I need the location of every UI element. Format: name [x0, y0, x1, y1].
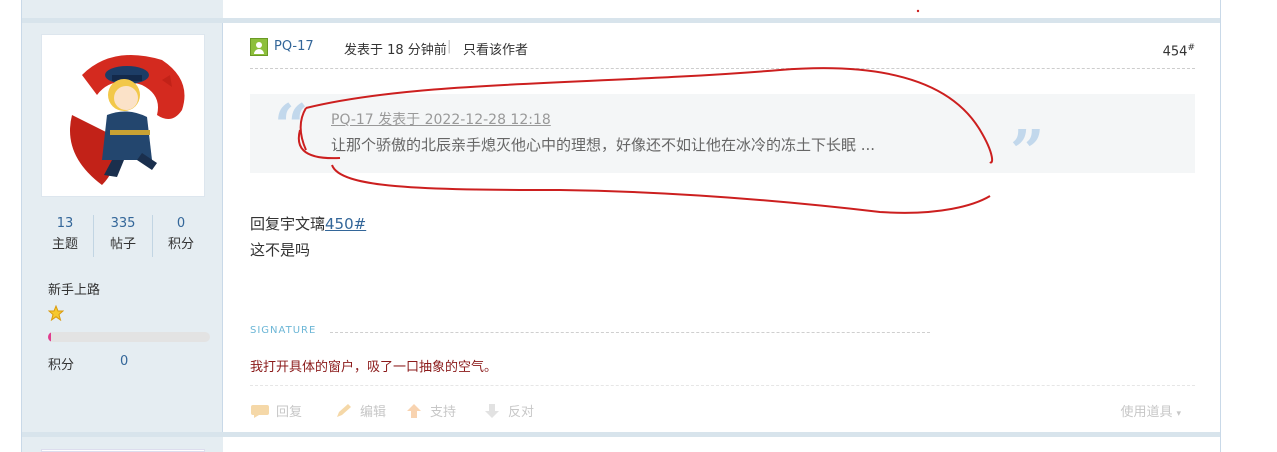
- author-stats: 13 主题 335 帖子 0 积分: [22, 213, 223, 259]
- floor-number[interactable]: 454#: [1163, 43, 1195, 59]
- post-time: 发表于 18 分钟前: [344, 43, 447, 58]
- reply-icon: [250, 403, 270, 419]
- thumbs-up-icon: [404, 403, 424, 419]
- signature-divider: [330, 332, 930, 333]
- edit-button[interactable]: 编辑: [334, 401, 386, 420]
- next-post-header: [22, 437, 1220, 452]
- oppose-button[interactable]: 反对: [482, 401, 534, 420]
- stat-threads-label: 主题: [51, 237, 78, 252]
- star-icon: [47, 304, 65, 325]
- reply-label: 回复: [276, 405, 303, 420]
- post-frame: 13 主题 335 帖子 0 积分 新手上路 积分 0 PQ-17 发表于 18: [21, 0, 1221, 452]
- reply-reference: 回复宇文璃450#: [250, 213, 366, 234]
- reply-floor-link[interactable]: 450#: [325, 215, 366, 233]
- reply-button[interactable]: 回复: [250, 401, 302, 420]
- post-content: 这不是吗: [250, 241, 311, 259]
- support-label: 支持: [430, 405, 457, 420]
- quote-block: “ PQ-17 发表于 2022-12-28 12:18 让那个骄傲的北辰亲手熄…: [250, 92, 1195, 188]
- floor-number-value: 454: [1162, 44, 1188, 60]
- author-sidebar: 13 主题 335 帖子 0 积分 新手上路 积分 0: [22, 23, 223, 432]
- floor-mark: #: [1187, 43, 1195, 53]
- author-link[interactable]: PQ-17: [274, 39, 314, 54]
- stat-credits[interactable]: 0 积分: [152, 213, 210, 255]
- stat-threads-value: 13: [56, 216, 74, 231]
- online-user-icon: [250, 38, 268, 56]
- stat-credits-label: 积分: [167, 237, 194, 252]
- user-rank[interactable]: 新手上路: [48, 279, 100, 298]
- rank-progress-bar: [48, 332, 210, 342]
- signature-label: SIGNATURE: [250, 325, 317, 336]
- post-header: PQ-17 发表于 18 分钟前 | 只看该作者 454#: [250, 37, 1195, 59]
- support-button[interactable]: 支持: [404, 401, 456, 420]
- previous-post-footer: [22, 0, 1220, 18]
- avatar[interactable]: [41, 34, 205, 197]
- post-actions: 回复 编辑 支持 反对 使用道具: [250, 399, 1195, 421]
- header-divider-line: [250, 68, 1195, 69]
- credits-value: 0: [120, 354, 129, 369]
- post-body: PQ-17 发表于 18 分钟前 | 只看该作者 454# “ PQ-17 发表…: [224, 23, 1220, 432]
- footer-divider: [250, 385, 1195, 386]
- use-props-dropdown[interactable]: 使用道具: [1120, 401, 1181, 420]
- oppose-label: 反对: [508, 405, 535, 420]
- header-divider: |: [447, 39, 452, 54]
- quote-header-link[interactable]: PQ-17 发表于 2022-12-28 12:18: [331, 109, 551, 129]
- stat-threads[interactable]: 13 主题: [36, 213, 94, 255]
- reply-prefix: 回复宇文璃: [250, 215, 326, 233]
- close-quote-icon: ”: [1010, 118, 1045, 188]
- avatar-image: [70, 55, 185, 185]
- quote-text: 让那个骄傲的北辰亲手熄灭他心中的理想，好像还不如让他在冰冷的冻土下长眠 ...: [331, 136, 876, 154]
- signature-text: 我打开具体的窗户，吸了一口抽象的空气。: [250, 360, 498, 375]
- stat-posts-value: 335: [110, 216, 136, 231]
- stat-posts[interactable]: 335 帖子: [94, 213, 152, 255]
- stat-posts-label: 帖子: [109, 237, 136, 252]
- pencil-icon: [334, 403, 354, 419]
- only-author-link[interactable]: 只看该作者: [463, 39, 528, 58]
- credits-label: 积分: [48, 358, 75, 373]
- rank-progress-fill: [48, 332, 52, 342]
- open-quote-icon: “: [274, 92, 309, 162]
- edit-label: 编辑: [360, 405, 387, 420]
- stat-credits-value: 0: [176, 216, 186, 231]
- thumbs-down-icon: [482, 403, 502, 419]
